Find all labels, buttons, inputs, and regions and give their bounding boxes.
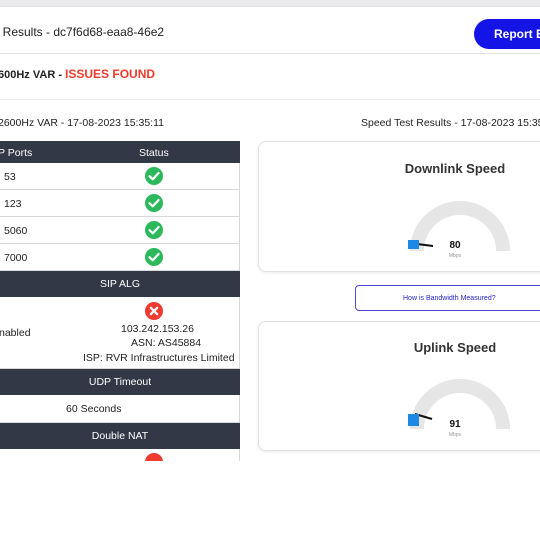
device-name: 600Hz VAR - (0, 69, 66, 81)
sip-alg-row: nabled 103.242.153.26 ASN: AS45884 ISP: … (0, 297, 240, 369)
double-nat-row (0, 449, 240, 461)
report-error-button[interactable]: Report Er (474, 19, 540, 49)
uplink-unit: Mbps (448, 432, 462, 438)
table-row: 53 (0, 163, 240, 190)
port-number: 5060 (4, 225, 28, 237)
table-header: P Ports Status (0, 141, 240, 163)
ports-table: P Ports Status 53 123 5060 7000 SIP ALG … (0, 141, 240, 461)
bandwidth-info-button[interactable]: How is Bandwidth Measured? (355, 285, 540, 311)
issues-found-badge: ISSUES FOUND (65, 67, 156, 81)
uplink-value: 91 (449, 419, 461, 430)
table-row: 5060 (0, 217, 240, 244)
column-header-status: Status (139, 147, 169, 159)
page-title: t Results - dc7f6d68-eaa8-46e2 (0, 25, 165, 39)
device-status: 600Hz VAR - ISSUES FOUND (0, 67, 155, 81)
column-header-ports: P Ports (0, 147, 33, 159)
title-bar: t Results - dc7f6d68-eaa8-46e2 Report Er (0, 7, 540, 54)
port-number: 123 (4, 198, 22, 210)
downlink-card: Downlink Speed 80 Mbps (258, 141, 540, 272)
uplink-card: Uplink Speed 91 Mbps (258, 321, 540, 451)
speed-test-timestamp: Speed Test Results - 17-08-2023 15:35:1 (361, 117, 540, 129)
udp-timeout-value: 60 Seconds (66, 403, 122, 415)
asn-value: ASN: AS45884 (131, 337, 202, 349)
test-timestamp: 2600Hz VAR - 17-08-2023 15:35:11 (0, 117, 164, 129)
sip-alg-header: SIP ALG (0, 271, 240, 297)
udp-timeout-row: 60 Seconds (0, 395, 240, 423)
check-icon (145, 194, 163, 212)
divider (0, 99, 540, 100)
table-row: 7000 (0, 244, 240, 271)
downlink-unit: Mbps (448, 253, 462, 259)
results-panel: t Results - dc7f6d68-eaa8-46e2 Report Er… (0, 6, 540, 541)
check-icon (145, 221, 163, 239)
check-icon (145, 248, 163, 266)
port-number: 7000 (4, 252, 28, 264)
downlink-value: 80 (449, 240, 461, 251)
uplink-title: Uplink Speed (413, 340, 497, 355)
sip-alg-value: nabled (0, 327, 31, 339)
error-icon (145, 453, 163, 461)
public-ip: 103.242.153.26 (121, 323, 194, 335)
downlink-title: Downlink Speed (404, 161, 506, 176)
table-row: 123 (0, 190, 240, 217)
isp-value: ISP: RVR Infrastructures Limited (83, 352, 235, 364)
check-icon (145, 167, 163, 185)
port-number: 53 (4, 171, 16, 183)
error-icon (145, 302, 163, 320)
double-nat-header: Double NAT (0, 423, 240, 449)
udp-timeout-header: UDP Timeout (0, 369, 240, 395)
